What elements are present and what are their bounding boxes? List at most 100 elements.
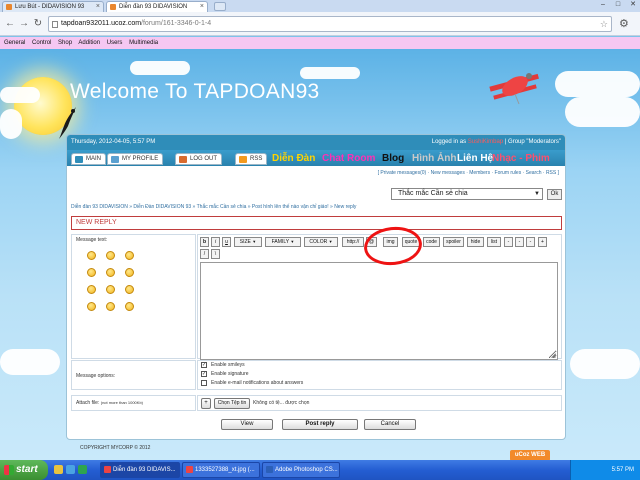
quick-launch-icon[interactable] (78, 465, 87, 474)
menu-link-photos[interactable]: Hình Ảnh (412, 152, 456, 165)
maximize-icon[interactable]: □ (611, 0, 625, 10)
task-browser[interactable]: Diễn đàn 93 DIDAVIS... (100, 462, 180, 478)
attach-file-row: Attach file: (not more than 1000Kb) + Ch… (71, 395, 562, 411)
menu-link-contact[interactable]: Liên Hệ (457, 152, 493, 165)
smiley-icon[interactable] (106, 251, 115, 260)
minimize-icon[interactable]: – (596, 0, 610, 10)
smiley-icon[interactable] (125, 302, 134, 311)
resize-grip-icon[interactable]: ◢ (551, 352, 556, 359)
close-icon[interactable]: × (200, 2, 204, 12)
add-attachment-button[interactable]: + (201, 398, 211, 409)
tab-log-out[interactable]: LOG OUT (175, 153, 223, 165)
close-window-icon[interactable]: ✕ (626, 0, 640, 10)
list-button[interactable]: list (487, 237, 501, 247)
tab-label: Lưu Bút - DIDAVISION 93 (15, 4, 85, 10)
menu-link-forum[interactable]: Diễn Đàn (272, 152, 315, 165)
cloud-image (565, 97, 640, 127)
bookmark-star-icon[interactable]: ☆ (600, 17, 608, 31)
windows-taskbar: start Diễn đàn 93 DIDAVIS... 1333527388_… (0, 460, 640, 480)
tab-main[interactable]: MAIN (71, 153, 106, 165)
task-photoshop[interactable]: Adobe Photoshop CS... (262, 462, 340, 478)
bold-button[interactable]: b (200, 237, 209, 247)
admin-general[interactable]: General (4, 40, 25, 46)
start-button[interactable]: start (0, 460, 48, 480)
smiley-icon[interactable] (87, 285, 96, 294)
smiley-icon[interactable] (87, 251, 96, 260)
task-label: Adobe Photoshop CS... (275, 467, 338, 473)
smiley-icon[interactable] (106, 268, 115, 277)
admin-multimedia[interactable]: Multimedia (129, 40, 158, 46)
browser-tab-guestbook[interactable]: Lưu Bút - DIDAVISION 93 × (2, 1, 104, 12)
close-icon[interactable]: × (96, 2, 100, 12)
cloud-image (300, 67, 360, 79)
enable-smileys-checkbox[interactable]: ✓ (201, 362, 207, 368)
main-menu: MAIN MY PROFILE LOG OUT RSS Diễn Đàn Cha… (67, 150, 565, 166)
choose-file-button[interactable]: Chọn Tệp tin (214, 398, 250, 409)
address-bar[interactable]: tapdoan932011.ucoz.com/forum/161-3346-0-… (48, 16, 612, 32)
attach-label-cell: Attach file: (not more than 1000Kb) (71, 395, 196, 411)
post-reply-button[interactable]: Post reply (282, 419, 358, 430)
home-icon (75, 156, 83, 163)
wrench-icon[interactable]: ⚙ (619, 17, 629, 30)
view-button[interactable]: View (221, 419, 273, 430)
superscript-button[interactable]: \ (211, 249, 220, 259)
admin-addition[interactable]: Addition (78, 40, 100, 46)
ok-button[interactable]: Ok (547, 189, 562, 200)
smiley-icon[interactable] (87, 302, 96, 311)
message-textarea[interactable] (200, 262, 558, 360)
url-path: /forum/161-3346-0-1-4 (141, 20, 212, 27)
underline-button[interactable]: u (222, 237, 231, 247)
enable-signature-checkbox[interactable]: ✓ (201, 371, 207, 377)
code-button[interactable]: code (423, 237, 440, 247)
admin-control[interactable]: Control (32, 40, 51, 46)
breadcrumb[interactable]: Diễn đàn 93 DIDAVISION » Diễn Đàn DIDAVI… (71, 204, 356, 210)
smiley-icon[interactable] (125, 268, 134, 277)
url-button[interactable]: http:// (342, 237, 364, 247)
align-left-button[interactable]: - (504, 237, 513, 247)
new-tab-button[interactable] (214, 2, 226, 11)
subscript-button[interactable]: / (200, 249, 209, 259)
smiley-icon[interactable] (106, 302, 115, 311)
tab-label: MY PROFILE (122, 156, 159, 162)
smiley-icon[interactable] (125, 251, 134, 260)
menu-link-music-film[interactable]: Nhạc - Phim (492, 152, 550, 165)
smiley-icon[interactable] (125, 285, 134, 294)
email-notify-checkbox[interactable] (201, 380, 207, 386)
menu-link-chat-room[interactable]: Chat Room (322, 152, 375, 165)
attach-file-label: Attach file: (not more than 1000Kb) (76, 400, 143, 406)
reload-icon[interactable]: ↻ (32, 18, 44, 30)
forward-icon[interactable]: → (18, 18, 30, 30)
family-select[interactable]: FAMILY ▼ (265, 237, 301, 247)
color-select[interactable]: COLOR ▼ (304, 237, 338, 247)
admin-users[interactable]: Users (107, 40, 123, 46)
align-center-button[interactable]: - (515, 237, 524, 247)
hide-button[interactable]: hide (467, 237, 484, 247)
menu-link-blog[interactable]: Blog (382, 152, 404, 165)
enable-smileys-label: Enable smileys (211, 362, 245, 368)
username-link[interactable]: SushiKimbap (468, 139, 503, 145)
size-select[interactable]: SIZE ▼ (234, 237, 262, 247)
browser-tab-forum[interactable]: Diễn đàn 93 DIDAVISION × (106, 1, 208, 12)
spoiler-button[interactable]: spoiler (443, 237, 464, 247)
align-right-button[interactable]: - (526, 237, 535, 247)
smiley-icon[interactable] (87, 268, 96, 277)
tab-my-profile[interactable]: MY PROFILE (107, 153, 164, 165)
task-image[interactable]: 1333527388_xt.jpg (... (182, 462, 260, 478)
family-label: FAMILY (271, 239, 289, 245)
clock[interactable]: 5:57 PM (612, 467, 634, 473)
admin-shop[interactable]: Shop (58, 40, 72, 46)
smiley-icon[interactable] (106, 285, 115, 294)
cloud-image (555, 71, 640, 97)
cancel-button[interactable]: Cancel (364, 419, 416, 430)
browser-tab-strip: Lưu Bút - DIDAVISION 93 × Diễn đàn 93 DI… (0, 0, 640, 12)
cloud-image (570, 349, 640, 379)
quick-launch-icon[interactable] (66, 465, 75, 474)
italic-button[interactable]: i (211, 237, 220, 247)
quick-launch-icon[interactable] (54, 465, 63, 474)
attach-size-hint: (not more than 1000Kb) (100, 400, 143, 405)
back-icon[interactable]: ← (4, 18, 16, 30)
add-button[interactable]: + (538, 237, 547, 247)
forum-jump-select[interactable]: Thắc mắc Cần sẻ chia ▼ (391, 188, 543, 200)
tab-rss[interactable]: RSS (235, 153, 268, 165)
forum-links[interactable]: [ Private messages(0) · New messages · M… (67, 168, 565, 178)
